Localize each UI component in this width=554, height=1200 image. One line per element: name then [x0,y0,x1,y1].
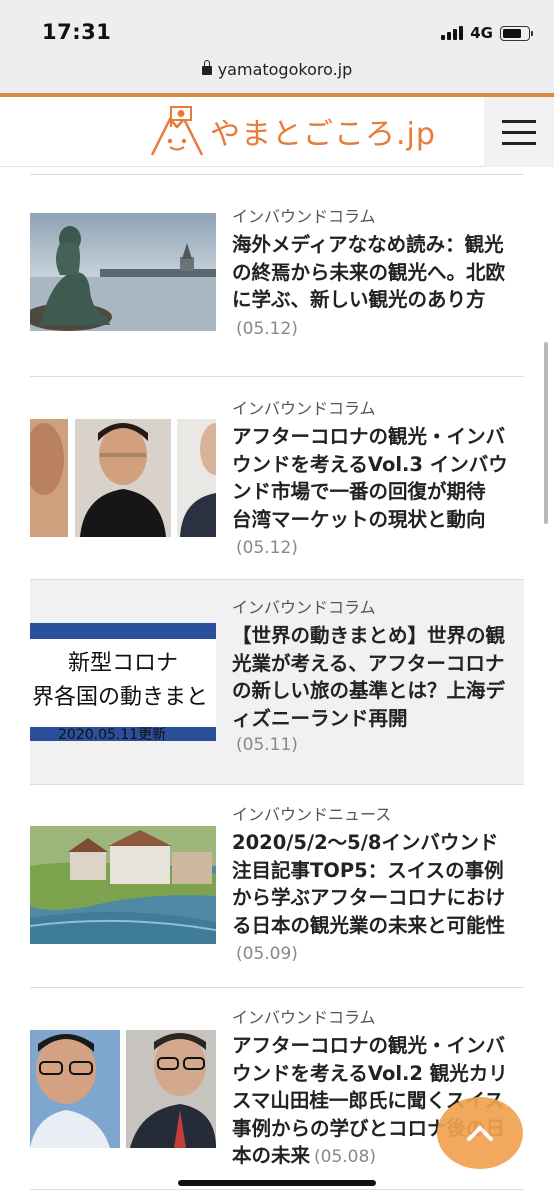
swiss-river-town-photo[interactable] [30,826,216,944]
status-indicators: 4G [441,24,533,42]
back-to-top-button[interactable] [437,1097,523,1169]
corona-world-banner[interactable]: 新型コロナ 界各国の動きまと 2020.05.11更新 [30,623,216,741]
article-title[interactable]: 海外メディアななめ読み：観光の終焉から未来の観光へ。北欧に学ぶ、新しい観光のあり… [232,231,510,343]
hamburger-menu-icon[interactable] [484,97,554,167]
url-text: yamatogokoro.jp [217,60,353,79]
article-item[interactable]: インバウンドコラム アフターコロナの観光・インバウンドを考えるVol.2 観光カ… [30,988,524,1190]
scrollbar[interactable] [544,342,548,524]
article-item[interactable]: 新型コロナ 界各国の動きまと 2020.05.11更新 インバウンドコラム 【世… [30,580,524,785]
lock-icon [201,60,212,75]
article-title[interactable]: アフターコロナの観光・インバウンドを考えるVol.3 インバウンド市場で一番の回… [232,423,510,563]
speakers-photo-2[interactable] [30,1030,216,1148]
article-list: インバウンドコラム 海外メディアななめ読み：観光の終焉から未来の観光へ。北欧に学… [30,174,524,1190]
status-bar: 17:31 4G yamatogokoro.jp [0,0,554,96]
article-category: インバウンドコラム [232,1008,376,1027]
logo-mark-icon [150,106,204,156]
battery-icon [500,25,533,41]
article-title[interactable]: 2020/5/2〜5/8インバウンド注目記事TOP5：スイスの事例から学ぶアフタ… [232,829,510,969]
home-indicator[interactable] [178,1180,376,1186]
article-date: (05.11) [236,735,298,755]
site-header: やまとごころ.jp [0,97,554,167]
article-category: インバウンドコラム [232,207,376,226]
logo-text: やまとごころ.jp [210,117,436,152]
address-bar[interactable]: yamatogokoro.jp [0,60,554,79]
article-category: インバウンドニュース [232,805,392,824]
article-title[interactable]: 【世界の動きまとめ】世界の観光業が考える、アフターコロナの新しい旅の基準とは？上… [232,622,510,760]
article-category: インバウンドコラム [232,598,376,617]
banner-text-line3: 2020.05.11更新 [58,727,167,741]
article-category: インバウンドコラム [232,399,376,418]
article-date: (05.12) [236,318,298,339]
article-date: (05.12) [236,538,298,558]
site-logo[interactable]: やまとごころ.jp [150,105,436,157]
speakers-photo[interactable] [30,419,216,537]
article-date: (05.09) [236,944,298,964]
banner-text-line1: 新型コロナ [67,651,178,676]
article-item[interactable]: インバウンドコラム 海外メディアななめ読み：観光の終焉から未来の観光へ。北欧に学… [30,175,524,377]
article-item[interactable]: インバウンドコラム アフターコロナの観光・インバウンドを考えるVol.3 インバ… [30,377,524,580]
article-item[interactable]: インバウンドニュース 2020/5/2〜5/8インバウンド注目記事TOP5：スイ… [30,785,524,988]
signal-icon [441,26,464,40]
banner-text-line2: 界各国の動きまと [32,685,209,710]
mermaid-statue-photo[interactable] [30,213,216,331]
article-date: (05.08) [314,1147,376,1167]
network-type: 4G [470,24,493,42]
status-time: 17:31 [42,20,112,44]
chevron-up-icon [467,1126,493,1141]
